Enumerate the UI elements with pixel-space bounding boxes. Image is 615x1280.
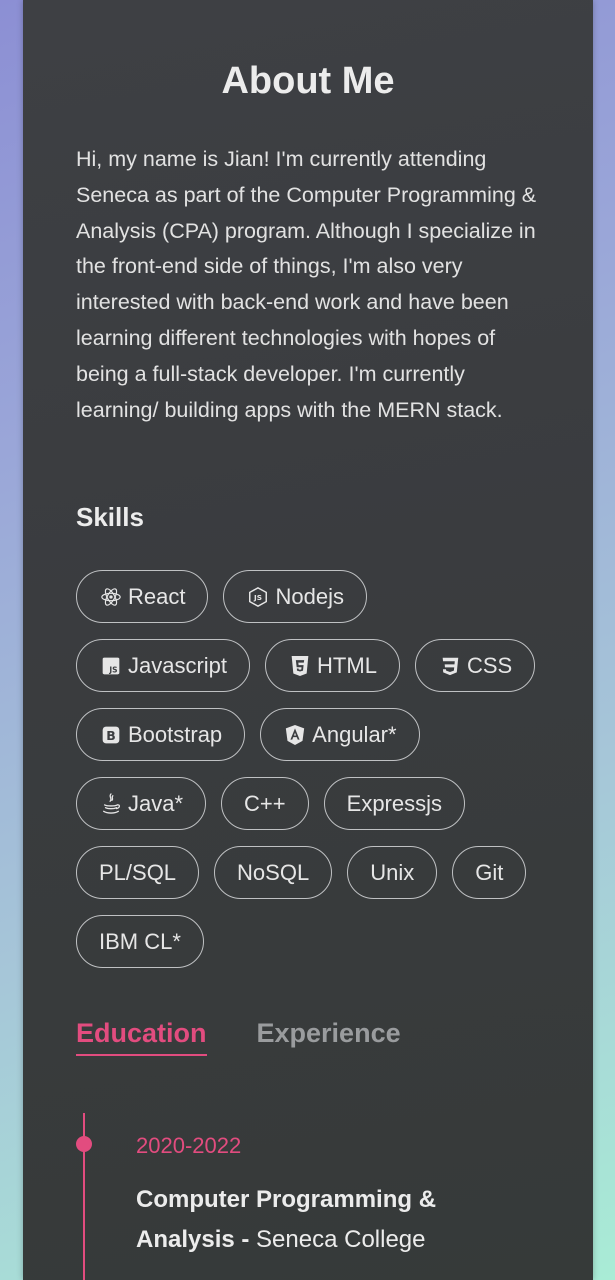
tab-experience[interactable]: Experience (257, 1012, 401, 1056)
nodejs-icon: JS (246, 585, 270, 609)
skill-chip-react: React (76, 570, 209, 623)
skill-label: Expressjs (346, 790, 442, 816)
svg-text:JS: JS (108, 665, 117, 674)
skill-chip-angular: Angular* (260, 708, 420, 761)
html5-icon (288, 654, 312, 678)
about-card: About Me Hi, my name is Jian! I'm curren… (23, 0, 593, 1280)
skill-chip-nosql: NoSQL (214, 846, 333, 899)
skill-chip-bootstrap: B Bootstrap (76, 708, 246, 761)
css3-icon (438, 654, 462, 678)
react-icon (99, 585, 123, 609)
skill-label: PL/SQL (99, 859, 177, 885)
skill-label: HTML (317, 652, 377, 678)
skill-chip-nodejs: JS Nodejs (223, 570, 367, 623)
tab-education[interactable]: Education (76, 1012, 207, 1056)
skill-chip-java: Java* (76, 777, 207, 830)
skill-chip-git: Git (452, 846, 527, 899)
timeline-dot (76, 1136, 92, 1152)
bio-paragraph: Hi, my name is Jian! I'm currently atten… (76, 147, 537, 422)
page-title: About Me (221, 60, 395, 102)
education-separator: - (234, 1226, 257, 1253)
skill-chip-html: HTML (265, 639, 400, 692)
skill-label: Nodejs (275, 583, 344, 609)
skill-label: IBM CL* (99, 928, 181, 954)
skill-chip-expressjs: Expressjs (323, 777, 465, 830)
skill-label: CSS (466, 652, 513, 678)
skill-label: Javascript (128, 652, 228, 678)
education-school: Seneca College (256, 1226, 426, 1253)
skill-label: Unix (370, 859, 415, 885)
skills-heading: Skills (76, 502, 144, 532)
svg-text:B: B (106, 728, 116, 743)
java-icon (99, 792, 123, 816)
education-title: Computer Programming & Analysis - Seneca… (136, 1180, 536, 1260)
skill-label: Angular* (312, 721, 397, 747)
skill-label: Java* (128, 790, 184, 816)
skill-chip-css: CSS (414, 639, 536, 692)
skill-chip-cpp: C++ (221, 777, 309, 830)
education-date: 2020-2022 (136, 1133, 242, 1158)
skill-chip-javascript: JS Javascript (76, 639, 251, 692)
skill-label: Git (475, 859, 504, 885)
skill-chip-plsql: PL/SQL (76, 846, 200, 899)
skills-list: React JS Nodejs JS Javascript HTML CSS B… (76, 570, 546, 968)
section-tabs: Education Experience (76, 1012, 401, 1056)
angular-icon (283, 723, 307, 747)
skill-label: Bootstrap (128, 721, 223, 747)
skill-chip-unix: Unix (347, 846, 438, 899)
javascript-icon: JS (99, 654, 123, 678)
skill-label: NoSQL (237, 859, 310, 885)
skill-label: React (128, 583, 186, 609)
skill-chip-ibm-cl: IBM CL* (76, 915, 204, 968)
skill-label: C++ (244, 790, 286, 816)
svg-text:JS: JS (253, 593, 262, 602)
bootstrap-icon: B (99, 723, 123, 747)
